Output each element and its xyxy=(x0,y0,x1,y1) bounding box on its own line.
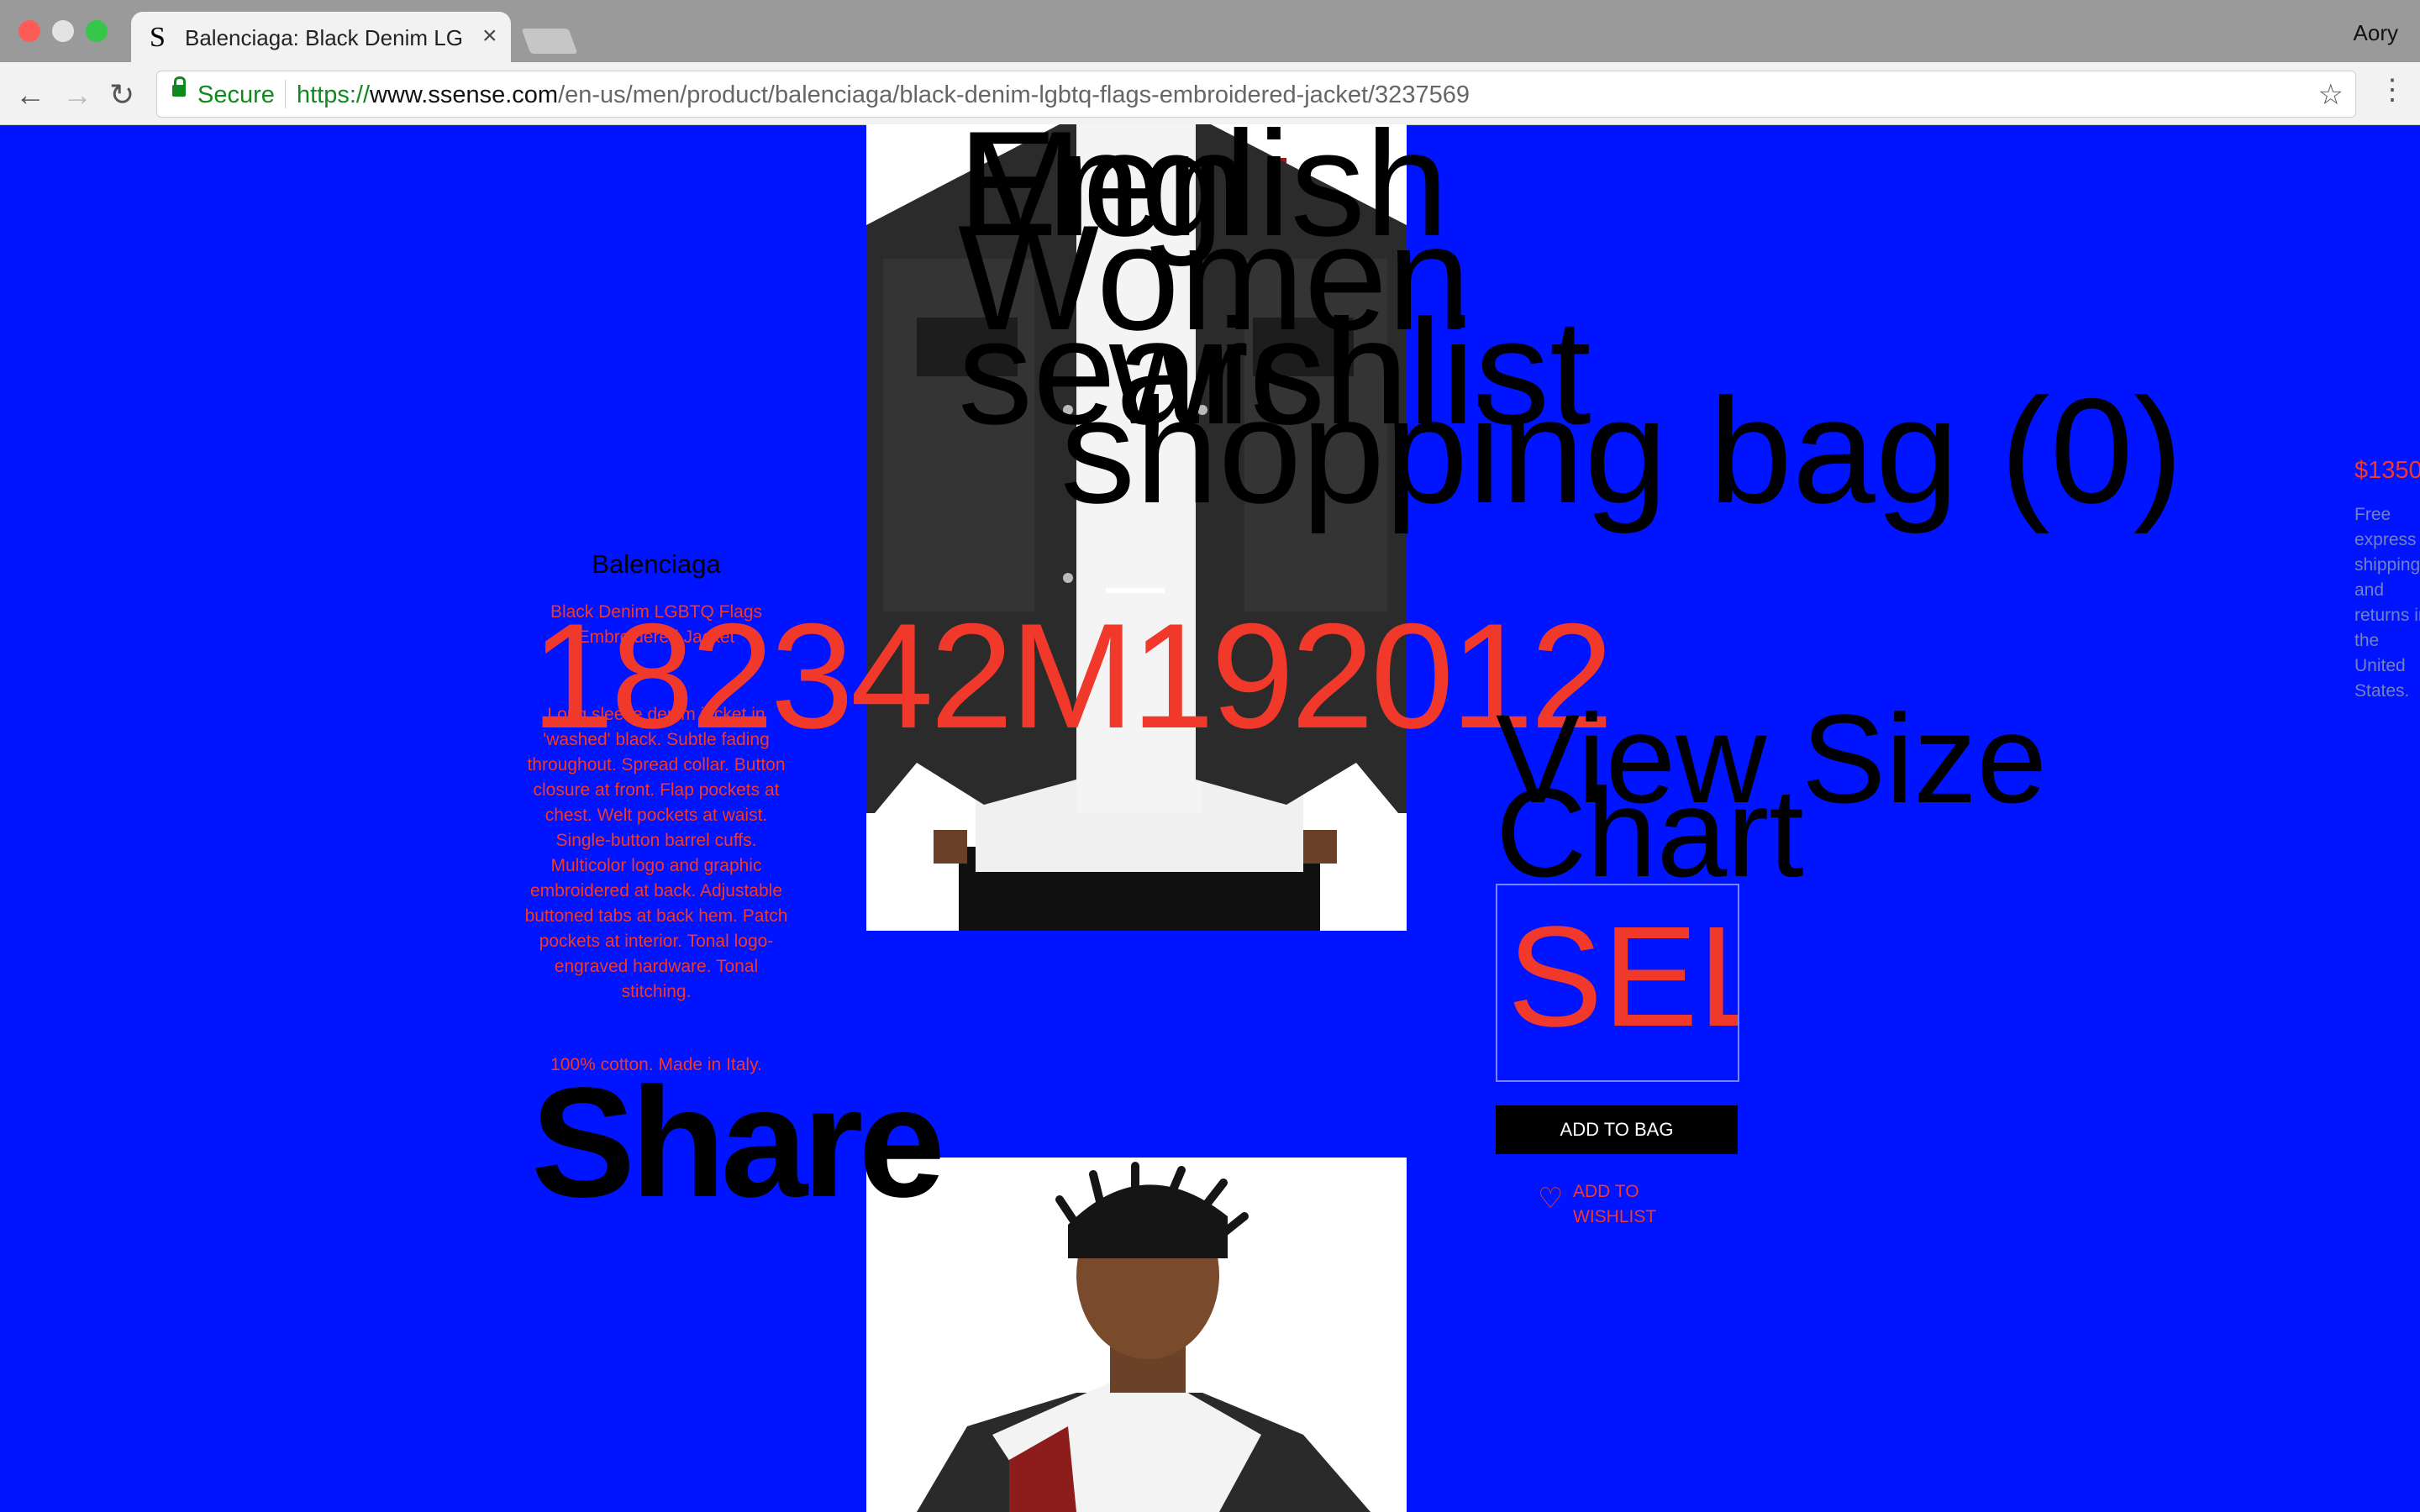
tab-title: Balenciaga: Black Denim LGBTQ Flags Embr… xyxy=(185,25,462,50)
new-tab-button[interactable] xyxy=(521,29,578,54)
page-content: English Men Women search wishlist shoppi… xyxy=(0,124,2420,1512)
url-text[interactable]: https://www.ssense.com/en-us/men/product… xyxy=(297,81,1470,109)
ssense-favicon-icon: S xyxy=(150,22,166,53)
secure-label: Secure xyxy=(197,81,275,108)
product-image-model[interactable] xyxy=(866,1158,1407,1512)
browser-toolbar: ← → ↻ Secure https://www.ssense.com/en-u… xyxy=(0,62,2420,125)
model-illustration xyxy=(866,1158,1407,1512)
add-to-bag-button[interactable]: ADD TO BAG xyxy=(1496,1105,1738,1154)
profile-name[interactable]: Aory xyxy=(2354,20,2398,46)
url-host: www.ssense.com xyxy=(370,81,559,108)
heart-icon: ♡ xyxy=(1538,1183,1564,1215)
size-select[interactable]: SELECT A SIZE xyxy=(1496,884,1739,1082)
maximize-window-button[interactable] xyxy=(86,20,108,42)
url-protocol: https:// xyxy=(297,81,371,108)
reload-icon[interactable]: ↻ xyxy=(109,77,134,113)
size-chart-link[interactable]: Chart xyxy=(1496,769,1804,895)
product-brand[interactable]: Balenciaga xyxy=(521,549,792,580)
add-to-wishlist-label: ADD TO WISHLIST xyxy=(1573,1182,1657,1226)
add-to-wishlist-button[interactable]: ♡ ADD TO WISHLIST xyxy=(1538,1179,1706,1238)
address-divider xyxy=(285,80,286,108)
share-button[interactable]: Share xyxy=(531,1065,945,1221)
product-description: Long sleeve denim jacket in 'washed' bla… xyxy=(524,705,788,1001)
tab-close-icon[interactable]: × xyxy=(482,22,497,50)
product-price: $1350 xyxy=(2354,457,2420,484)
window-titlebar: S Balenciaga: Black Denim LGBTQ Flags Em… xyxy=(0,0,2420,62)
close-window-button[interactable] xyxy=(18,20,40,42)
star-icon[interactable]: ☆ xyxy=(2318,78,2344,112)
url-path: /en-us/men/product/balenciaga/black-deni… xyxy=(558,81,1470,108)
browser-tab[interactable]: S Balenciaga: Black Denim LGBTQ Flags Em… xyxy=(131,12,511,62)
menu-icon[interactable]: ⋮ xyxy=(2378,76,2407,104)
address-bar[interactable]: Secure https://www.ssense.com/en-us/men/… xyxy=(156,71,2356,118)
minimize-window-button[interactable] xyxy=(52,20,74,42)
shipping-info: Free express shipping and returns in the… xyxy=(2354,505,2420,701)
shopping-bag-link[interactable]: shopping bag (0) xyxy=(1060,376,2183,526)
back-arrow-icon[interactable]: ← xyxy=(15,77,45,113)
forward-arrow-icon[interactable]: → xyxy=(62,77,92,113)
product-name: Black Denim LGBTQ Flags Embroidered Jack… xyxy=(550,602,763,647)
lock-icon xyxy=(172,76,186,97)
size-select-value: SELECT A SIZE xyxy=(1507,897,1738,1057)
